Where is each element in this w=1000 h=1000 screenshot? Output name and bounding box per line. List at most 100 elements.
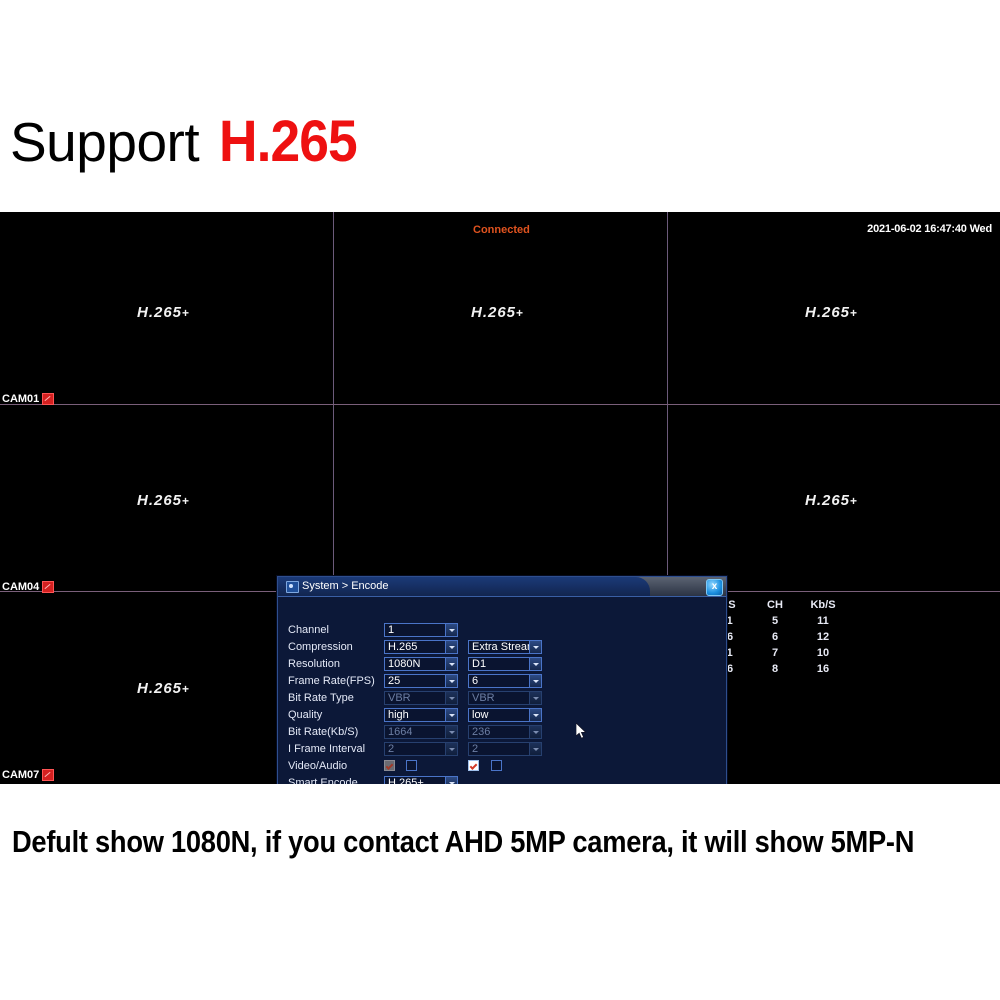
codec-text: H.265 <box>471 304 517 321</box>
video-wall[interactable]: Connected 2021-06-02 16:47:40 Wed H.265+… <box>0 212 1000 784</box>
caption-text: Defult show 1080N, if you contact AHD 5M… <box>12 824 915 859</box>
table-cell: 12 <box>816 631 830 643</box>
video-checkbox-extra[interactable] <box>468 760 479 771</box>
chevron-down-icon[interactable] <box>445 624 457 636</box>
chevron-down-icon[interactable] <box>445 675 457 687</box>
label-channel: Channel <box>288 624 329 636</box>
camera-label-cam01: CAM01 <box>2 393 55 405</box>
codec-text: H.265 <box>137 492 183 509</box>
chevron-down-icon[interactable] <box>445 658 457 670</box>
form-row-frame-rate: Frame Rate(FPS) 25 6 <box>288 674 718 690</box>
resolution-main-value: 1080N <box>388 658 421 670</box>
camera-name: CAM01 <box>2 393 40 405</box>
channel-select[interactable]: 1 <box>384 623 458 637</box>
form-row-resolution: Resolution 1080N D1 <box>288 657 718 673</box>
chevron-down-icon[interactable] <box>529 641 541 653</box>
resolution-extra-value: D1 <box>472 658 487 670</box>
label-video-audio: Video/Audio <box>288 760 348 772</box>
codec-text: H.265 <box>137 304 183 321</box>
frame-rate-extra-value: 6 <box>472 675 479 687</box>
label-bit-rate-type: Bit Rate Type <box>288 692 354 704</box>
quality-extra-value: low <box>472 709 489 721</box>
chevron-down-icon[interactable] <box>445 777 457 784</box>
bit-rate-main-select: 1664 <box>384 725 458 739</box>
chevron-down-icon[interactable] <box>445 709 457 721</box>
table-cell: 6 <box>771 631 779 643</box>
encode-dialog: System > Encode x Channel 1 Compression … <box>277 576 727 784</box>
camera-label-cam04: CAM04 <box>2 581 55 593</box>
codec-plus: + <box>850 494 859 508</box>
connection-status-text: Connected <box>473 224 530 236</box>
label-quality: Quality <box>288 709 323 721</box>
chevron-down-icon[interactable] <box>529 709 541 721</box>
smart-encode-select[interactable]: H.265+ <box>384 776 458 784</box>
label-smart-encode: Smart Encode <box>288 777 358 784</box>
dialog-title: System > Encode <box>302 580 389 592</box>
banner-support-text: Support <box>10 111 200 173</box>
form-row-compression: Compression H.265 Extra Stream <box>288 640 718 656</box>
quality-extra-select[interactable]: low <box>468 708 542 722</box>
channel-value: 1 <box>388 624 395 636</box>
record-status-icon <box>42 581 55 593</box>
bit-rate-extra-value: 236 <box>472 726 491 738</box>
grid-divider-horizontal-1 <box>0 404 1000 405</box>
form-row-video-audio: Video/Audio <box>288 759 718 775</box>
chevron-down-icon[interactable] <box>445 641 457 653</box>
cell-codec-label-4: H.265+ <box>137 492 190 509</box>
system-settings-icon <box>286 581 299 593</box>
bottom-caption: Defult show 1080N, if you contact AHD 5M… <box>0 784 1000 1000</box>
frame-rate-extra-select[interactable]: 6 <box>468 674 542 688</box>
chevron-down-icon <box>529 692 541 704</box>
quality-main-value: high <box>388 709 409 721</box>
compression-main-select[interactable]: H.265 <box>384 640 458 654</box>
bit-rate-type-extra-select: VBR <box>468 691 542 705</box>
table-header-cell-2: CH <box>767 599 783 611</box>
codec-plus: + <box>516 306 525 320</box>
label-i-frame-interval: I Frame Interval <box>288 743 366 755</box>
bit-rate-type-main-select: VBR <box>384 691 458 705</box>
chevron-down-icon <box>529 743 541 755</box>
record-status-icon <box>42 393 55 405</box>
resolution-extra-select[interactable]: D1 <box>468 657 542 671</box>
i-frame-interval-extra-value: 2 <box>472 743 479 755</box>
video-checkbox-main[interactable] <box>384 760 395 771</box>
bit-rate-extra-select: 236 <box>468 725 542 739</box>
form-row-smart-encode: Smart Encode H.265+ <box>288 776 718 784</box>
codec-text: H.265 <box>805 304 851 321</box>
resolution-main-select[interactable]: 1080N <box>384 657 458 671</box>
datetime-text: 2021-06-02 16:47:40 Wed <box>867 223 992 235</box>
quality-main-select[interactable]: high <box>384 708 458 722</box>
chevron-down-icon <box>445 726 457 738</box>
table-cell: 16 <box>816 663 830 675</box>
codec-plus: + <box>850 306 859 320</box>
camera-label-cam07: CAM07 <box>2 769 55 781</box>
codec-plus: + <box>182 306 191 320</box>
chevron-down-icon <box>529 726 541 738</box>
form-row-channel: Channel 1 <box>288 623 718 639</box>
cell-codec-label-2: H.265+ <box>471 304 524 321</box>
audio-checkbox-extra[interactable] <box>491 760 502 771</box>
close-icon[interactable]: x <box>706 579 723 596</box>
cell-codec-label-3: H.265+ <box>805 304 858 321</box>
audio-checkbox-main[interactable] <box>406 760 417 771</box>
chevron-down-icon[interactable] <box>529 675 541 687</box>
banner-codec-text: H.265 <box>219 109 358 174</box>
camera-name: CAM07 <box>2 769 40 781</box>
label-compression: Compression <box>288 641 353 653</box>
chevron-down-icon[interactable] <box>529 658 541 670</box>
label-bit-rate: Bit Rate(Kb/S) <box>288 726 359 738</box>
codec-text: H.265 <box>137 680 183 697</box>
bit-rate-type-extra-value: VBR <box>472 692 495 704</box>
smart-encode-value: H.265+ <box>388 777 424 784</box>
frame-rate-main-select[interactable]: 25 <box>384 674 458 688</box>
stream-type-select[interactable]: Extra Stream <box>468 640 542 654</box>
label-resolution: Resolution <box>288 658 340 670</box>
table-cell: 11 <box>817 615 829 627</box>
cell-codec-label-1: H.265+ <box>137 304 190 321</box>
cell-codec-label-7: H.265+ <box>137 680 190 697</box>
frame-rate-main-value: 25 <box>388 675 401 687</box>
dialog-body: Channel 1 Compression H.265 Extra Stream <box>278 596 726 784</box>
camera-name: CAM04 <box>2 581 40 593</box>
compression-main-value: H.265 <box>388 641 418 653</box>
dialog-titlebar[interactable]: System > Encode x <box>278 577 726 596</box>
